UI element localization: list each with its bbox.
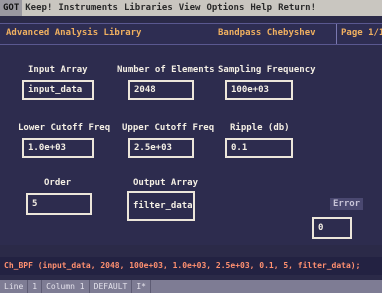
output-array-field[interactable]: filter_data (127, 191, 195, 221)
input-array-label: Input Array (28, 65, 88, 75)
menu-bar: GOT Keep! Instruments Libraries View Opt… (0, 0, 382, 16)
panel-header: Advanced Analysis Library Bandpass Cheby… (0, 23, 382, 45)
sampling-freq-field[interactable]: 100e+03 (225, 80, 293, 100)
lower-cutoff-value: 1.0e+03 (28, 143, 66, 153)
upper-cutoff-label: Upper Cutoff Freq (122, 123, 215, 133)
menu-options[interactable]: Options (203, 0, 247, 16)
library-title: Advanced Analysis Library (6, 28, 142, 38)
lower-cutoff-label: Lower Cutoff Freq (18, 123, 111, 133)
function-panel: Input Array input_data Number of Element… (0, 45, 382, 245)
num-elements-value: 2048 (134, 85, 156, 95)
status-column: Column 1 (42, 280, 90, 293)
function-call: Ch_BPF (input_data, 2048, 100e+03, 1.0e+… (4, 261, 361, 270)
menu-return[interactable]: Return! (275, 0, 319, 16)
ripple-field[interactable]: 0.1 (225, 138, 293, 158)
page-indicator: Page 1/1 (336, 24, 382, 44)
order-field[interactable]: 5 (26, 193, 92, 215)
command-line: Ch_BPF (input_data, 2048, 100e+03, 1.0e+… (0, 257, 382, 275)
order-value: 5 (32, 199, 38, 209)
input-array-field[interactable]: input_data (22, 80, 94, 100)
menu-view[interactable]: View (176, 0, 204, 16)
num-elements-field[interactable]: 2048 (128, 80, 194, 100)
menu-libraries[interactable]: Libraries (121, 0, 176, 16)
status-mode: DEFAULT (90, 280, 133, 293)
upper-cutoff-field[interactable]: 2.5e+03 (128, 138, 194, 158)
menu-got[interactable]: GOT (0, 0, 23, 16)
upper-cutoff-value: 2.5e+03 (134, 143, 172, 153)
page-number: Page 1/1 (341, 28, 382, 38)
output-array-label: Output Array (133, 178, 199, 188)
error-label: Error (330, 198, 364, 210)
screen: GOT Keep! Instruments Libraries View Opt… (0, 0, 382, 293)
sampling-freq-label: Sampling Frequency (218, 65, 316, 75)
num-elements-label: Number of Elements (117, 65, 215, 75)
menu-help[interactable]: Help (247, 0, 275, 16)
function-title: Bandpass Chebyshev (218, 28, 316, 38)
menu-instruments[interactable]: Instruments (55, 0, 121, 16)
lower-cutoff-field[interactable]: 1.0e+03 (22, 138, 94, 158)
order-label: Order (44, 178, 72, 188)
input-array-value: input_data (28, 85, 83, 95)
status-line-label: Line (0, 280, 29, 293)
menu-keep[interactable]: Keep! (22, 0, 55, 16)
sampling-freq-value: 100e+03 (231, 85, 269, 95)
error-field[interactable]: 0 (312, 217, 352, 239)
output-array-value: filter_data (133, 201, 193, 211)
error-value: 0 (318, 223, 324, 233)
status-insert: I* (132, 280, 151, 293)
ripple-value: 0.1 (231, 143, 248, 153)
status-bar: Line 1 Column 1 DEFAULT I* (0, 280, 382, 293)
status-line-number: 1 (28, 280, 43, 293)
ripple-label: Ripple (db) (230, 123, 290, 133)
